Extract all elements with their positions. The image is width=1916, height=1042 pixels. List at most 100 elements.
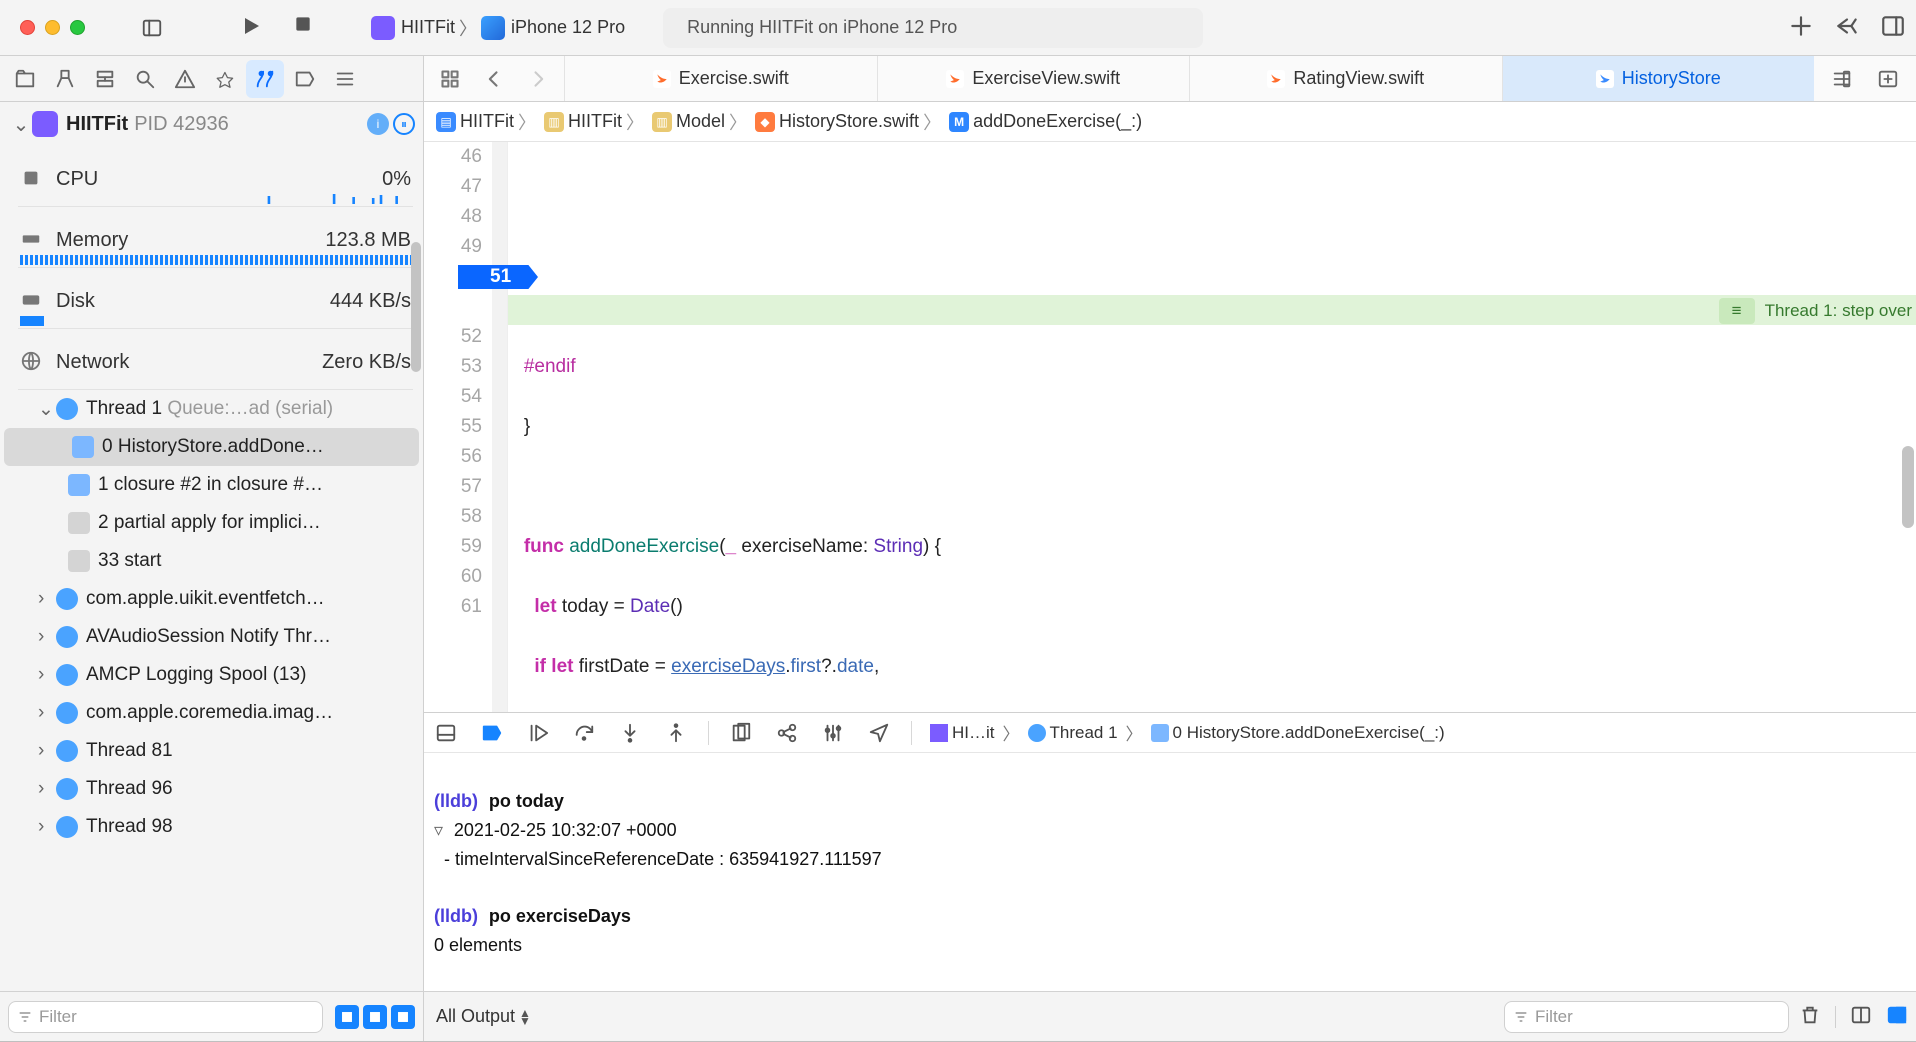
trash-icon[interactable]	[1799, 1004, 1821, 1029]
debug-toolbar: HI…it 〉 Thread 1 〉 0 HistoryStore.addDon…	[424, 713, 1916, 753]
folder-icon: ▥	[652, 112, 672, 132]
frame-label: 1 closure #2 in closure #…	[98, 474, 323, 496]
filter-opt-3-icon[interactable]	[391, 1005, 415, 1029]
navigator-filter-input[interactable]: Filter	[8, 1001, 323, 1033]
debug-view-hierarchy-icon[interactable]	[727, 719, 755, 747]
thread-label: com.apple.coremedia.imag…	[86, 702, 333, 724]
thread-81[interactable]: › Thread 81	[0, 732, 423, 770]
continue-execution-icon[interactable]	[524, 719, 552, 747]
symbol-navigator-icon[interactable]	[86, 60, 124, 98]
library-button[interactable]	[1834, 13, 1860, 42]
back-button[interactable]	[474, 59, 514, 99]
frame-icon	[72, 436, 94, 458]
disk-gauge[interactable]: Disk 444 KB/s	[0, 268, 423, 328]
toggle-breakpoints-icon[interactable]	[478, 719, 506, 747]
thread-amcp[interactable]: › AMCP Logging Spool (13)	[0, 656, 423, 694]
process-header[interactable]: ⌄ HIITFit PID 42936 i ⏸	[0, 102, 423, 146]
thread-eventfetch[interactable]: › com.apple.uikit.eventfetch…	[0, 580, 423, 618]
related-items-icon[interactable]	[430, 59, 470, 99]
source-control-navigator-icon[interactable]	[46, 60, 84, 98]
jump-bar-item[interactable]: HistoryStore.swift	[779, 111, 919, 132]
console-output-selector[interactable]: All Output ▲▼	[436, 1006, 531, 1027]
forward-button[interactable]	[518, 59, 558, 99]
console-view-toggle-icon[interactable]	[1886, 1004, 1908, 1029]
zoom-window-icon[interactable]	[70, 20, 85, 35]
jump-bar-item[interactable]: HIITFit	[460, 111, 514, 132]
hide-debug-area-icon[interactable]	[432, 719, 460, 747]
jump-bar-item[interactable]: HIITFit	[568, 111, 622, 132]
stack-frame-0[interactable]: 0 HistoryStore.addDone…	[4, 428, 419, 466]
info-badge-icon[interactable]: i	[367, 113, 389, 135]
debug-navigator-icon[interactable]	[246, 60, 284, 98]
cpu-gauge[interactable]: CPU 0%	[0, 146, 423, 206]
stack-frame-2[interactable]: 2 partial apply for implici…	[0, 504, 423, 542]
stack-frame-33[interactable]: 33 start	[0, 542, 423, 580]
jump-bar-item[interactable]: addDoneExercise(_:)	[973, 111, 1142, 132]
test-navigator-icon[interactable]	[206, 60, 244, 98]
breakpoint-marker[interactable]: 51	[458, 265, 538, 289]
filter-opt-1-icon[interactable]	[335, 1005, 359, 1029]
chevron-right-icon[interactable]: ›	[38, 778, 56, 800]
toggle-sidebar-icon[interactable]	[133, 10, 171, 46]
thread-icon	[56, 816, 78, 838]
toggle-right-sidebar-icon[interactable]	[1880, 13, 1906, 42]
issue-navigator-icon[interactable]	[166, 60, 204, 98]
editor-scrollbar[interactable]	[1900, 186, 1916, 686]
code-editor[interactable]: 46 47 48 49 50 51 52 53 54 55 56 57 58 5…	[424, 142, 1916, 712]
thread-label: AMCP Logging Spool (13)	[86, 664, 306, 686]
step-into-icon[interactable]	[616, 719, 644, 747]
chevron-right-icon[interactable]: ›	[38, 626, 56, 648]
sidebar-scrollbar[interactable]	[409, 102, 423, 992]
scheme-selector[interactable]: HIITFit 〉 iPhone 12 Pro	[361, 9, 635, 47]
close-window-icon[interactable]	[20, 20, 35, 35]
simulate-location-icon[interactable]	[865, 719, 893, 747]
jump-bar-item[interactable]: Model	[676, 111, 725, 132]
jump-bar[interactable]: ▤ HIITFit 〉 ▥ HIITFit 〉 ▥ Model 〉 ◆ Hist…	[424, 102, 1916, 142]
code-content[interactable]: 51 ≡Thread 1: step over // createDevData…	[508, 142, 1916, 712]
debug-memory-graph-icon[interactable]	[773, 719, 801, 747]
tab-exercise[interactable]: Exercise.swift	[564, 56, 877, 101]
add-editor-icon[interactable]	[1868, 59, 1908, 99]
step-out-icon[interactable]	[662, 719, 690, 747]
chevron-down-icon[interactable]: ⌄	[38, 398, 56, 421]
chevron-right-icon[interactable]: ›	[38, 588, 56, 610]
project-navigator-icon[interactable]	[6, 60, 44, 98]
network-gauge[interactable]: Network Zero KB/s	[0, 329, 423, 389]
network-icon	[20, 350, 48, 375]
memory-gauge[interactable]: Memory 123.8 MB	[0, 207, 423, 267]
chevron-right-icon[interactable]: ›	[38, 664, 56, 686]
variables-view-toggle-icon[interactable]	[1850, 1004, 1872, 1029]
stack-frame-1[interactable]: 1 closure #2 in closure #…	[0, 466, 423, 504]
chevron-right-icon[interactable]: ›	[38, 702, 56, 724]
add-button[interactable]	[1788, 13, 1814, 42]
lldb-console[interactable]: (lldb) po today ▿ 2021-02-25 10:32:07 +0…	[424, 753, 1916, 992]
report-navigator-icon[interactable]	[326, 60, 364, 98]
chevron-right-icon: 〉	[626, 109, 644, 135]
thread-label: Thread 98	[86, 816, 173, 838]
stop-button[interactable]	[293, 14, 313, 41]
step-over-icon[interactable]	[570, 719, 598, 747]
debug-path-frame: 0 HistoryStore.addDoneExercise(_:)	[1173, 723, 1445, 743]
chevron-down-icon[interactable]: ⌄	[12, 112, 30, 137]
minimize-window-icon[interactable]	[45, 20, 60, 35]
bottom-bar: Filter All Output ▲▼ Filter	[0, 991, 1916, 1041]
tab-historystore[interactable]: HistoryStore	[1502, 56, 1815, 101]
tab-ratingview[interactable]: RatingView.swift	[1189, 56, 1502, 101]
thread-avaudio[interactable]: › AVAudioSession Notify Thr…	[0, 618, 423, 656]
find-navigator-icon[interactable]	[126, 60, 164, 98]
editor-options-icon[interactable]	[1822, 59, 1862, 99]
tab-label: RatingView.swift	[1293, 68, 1424, 89]
thread-coremedia[interactable]: › com.apple.coremedia.imag…	[0, 694, 423, 732]
breakpoint-navigator-icon[interactable]	[286, 60, 324, 98]
environment-overrides-icon[interactable]	[819, 719, 847, 747]
run-button[interactable]	[239, 14, 263, 41]
tab-exerciseview[interactable]: ExerciseView.swift	[877, 56, 1190, 101]
debug-jump-bar[interactable]: HI…it 〉 Thread 1 〉 0 HistoryStore.addDon…	[930, 720, 1445, 745]
filter-opt-2-icon[interactable]	[363, 1005, 387, 1029]
chevron-right-icon[interactable]: ›	[38, 740, 56, 762]
thread-96[interactable]: › Thread 96	[0, 770, 423, 808]
chevron-right-icon[interactable]: ›	[38, 816, 56, 838]
thread-1[interactable]: ⌄ Thread 1 Queue:…ad (serial)	[0, 390, 423, 428]
thread-98[interactable]: › Thread 98	[0, 808, 423, 846]
console-filter-input[interactable]: Filter	[1504, 1001, 1789, 1033]
